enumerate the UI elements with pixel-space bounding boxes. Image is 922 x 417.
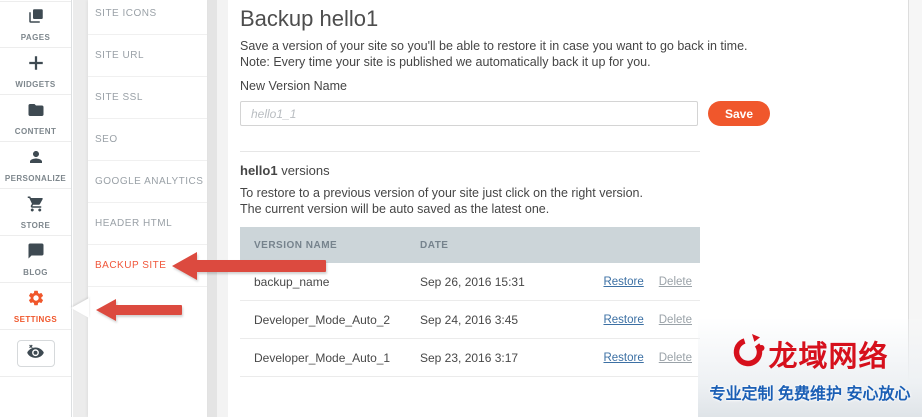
watermark-tagline: 专业定制 免费维护 安心放心 [710, 380, 911, 404]
version-date-cell: Sep 26, 2016 15:31 [420, 275, 578, 289]
sidebar-item-widgets[interactable]: WIDGETS [0, 48, 71, 95]
watermark: 龙域网络 专业定制 免费维护 安心放心 [698, 319, 922, 417]
hide-preview-button[interactable] [17, 340, 55, 367]
sidebar-item-label: PAGES [21, 33, 50, 42]
restore-link[interactable]: Restore [603, 314, 643, 326]
pages-icon [27, 7, 45, 30]
sidebar-gap [73, 0, 88, 417]
section-divider [240, 151, 700, 152]
folder-icon [27, 101, 45, 124]
new-version-name-input[interactable] [240, 101, 698, 126]
panel-scrollbar-track[interactable] [207, 0, 217, 417]
sidebar-item-label: WIDGETS [15, 80, 55, 89]
delete-link[interactable]: Delete [659, 352, 692, 364]
version-name-cell: Developer_Mode_Auto_2 [240, 313, 420, 327]
sidebar-item-personalize[interactable]: PERSONALIZE [0, 142, 71, 189]
versions-heading: hello1 versions [240, 163, 330, 178]
table-row: Developer_Mode_Auto_2 Sep 24, 2016 3:45 … [240, 301, 700, 339]
app-window: PAGES WIDGETS CONTENT PERSONALIZE STORE [0, 0, 922, 417]
versions-table: VERSION NAME DATE backup_name Sep 26, 20… [240, 227, 700, 377]
delete-link[interactable]: Delete [659, 314, 692, 326]
new-version-name-label: New Version Name [240, 79, 347, 93]
sidebar-item-blog[interactable]: BLOG [0, 236, 71, 283]
sidebar-item-content[interactable]: CONTENT [0, 95, 71, 142]
sidebar-item-label: STORE [21, 221, 50, 230]
new-version-form: Save [240, 101, 770, 126]
column-header-version-name: VERSION NAME [240, 240, 420, 251]
preview-row [0, 330, 71, 377]
restore-link[interactable]: Restore [603, 276, 643, 288]
chat-icon [27, 242, 45, 265]
gear-icon [27, 289, 45, 312]
save-button[interactable]: Save [708, 101, 770, 126]
menu-item-site-icons[interactable]: SITE ICONS [88, 0, 207, 35]
sidebar-item-label: BLOG [23, 268, 48, 277]
arrow-head-icon [96, 299, 116, 321]
settings-menu: SITE ICONS SITE URL SITE SSL SEO GOOGLE … [88, 0, 207, 417]
plus-icon [27, 54, 45, 77]
annotation-arrow-backup-site [172, 252, 326, 280]
settings-panel-notch [71, 298, 89, 318]
sidebar-item-label: CONTENT [15, 127, 56, 136]
menu-item-google-analytics[interactable]: GOOGLE ANALYTICS [88, 161, 207, 203]
version-name-cell: Developer_Mode_Auto_1 [240, 351, 420, 365]
sidebar-item-store[interactable]: STORE [0, 189, 71, 236]
table-row: Developer_Mode_Auto_1 Sep 23, 2016 3:17 … [240, 339, 700, 377]
version-date-cell: Sep 23, 2016 3:17 [420, 351, 578, 365]
menu-item-site-ssl[interactable]: SITE SSL [88, 77, 207, 119]
versions-instructions: To restore to a previous version of your… [240, 186, 643, 217]
arrow-head-icon [172, 252, 197, 280]
sidebar-item-label: PERSONALIZE [5, 174, 66, 183]
primary-sidebar: PAGES WIDGETS CONTENT PERSONALIZE STORE [0, 0, 72, 417]
version-date-cell: Sep 24, 2016 3:45 [420, 313, 578, 327]
page-description: Save a version of your site so you'll be… [240, 39, 748, 70]
delete-link[interactable]: Delete [659, 276, 692, 288]
sidebar-item-label: SETTINGS [14, 315, 57, 324]
panel-main-gap [217, 0, 228, 417]
watermark-logo-icon [731, 333, 767, 374]
annotation-arrow-settings [96, 299, 182, 321]
menu-item-site-url[interactable]: SITE URL [88, 35, 207, 77]
column-header-date: DATE [420, 240, 448, 251]
person-icon [27, 148, 45, 171]
menu-item-seo[interactable]: SEO [88, 119, 207, 161]
cart-icon [27, 195, 45, 218]
menu-item-header-html[interactable]: HEADER HTML [88, 203, 207, 245]
watermark-brand: 龙域网络 [768, 333, 888, 375]
sidebar-item-settings[interactable]: SETTINGS [0, 283, 71, 330]
restore-link[interactable]: Restore [603, 352, 643, 364]
page-title: Backup hello1 [240, 6, 378, 32]
sidebar-item-pages[interactable]: PAGES [0, 1, 71, 48]
eye-hidden-icon [26, 344, 45, 362]
